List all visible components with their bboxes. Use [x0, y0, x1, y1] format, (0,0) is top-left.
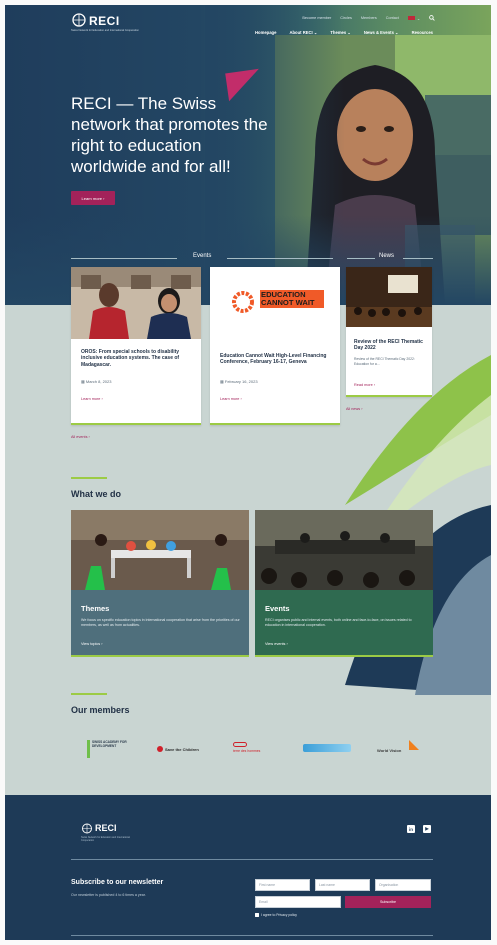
themes-card-image	[71, 510, 249, 590]
member-logo-world-vision[interactable]: World Vision	[377, 740, 427, 760]
news-divider-left	[347, 258, 375, 259]
site-footer: RECI Swiss Network for Education and Int…	[5, 795, 491, 940]
last-name-field[interactable]: Last name	[315, 879, 370, 891]
member-logo-label	[303, 754, 305, 758]
hero-title: RECI — The Swiss network that promotes t…	[71, 94, 268, 176]
logo-subtitle: Swiss Network for Education and Internat…	[71, 29, 139, 32]
nav-item-about[interactable]: About RECI ⌄	[289, 30, 317, 35]
sad-logo-icon	[87, 740, 90, 758]
footer-divider	[71, 859, 433, 860]
news-card[interactable]: Review of the RECI Thematic Day 2022 Rev…	[346, 267, 432, 397]
event-card-image	[71, 267, 201, 339]
privacy-consent[interactable]: I agree to Privacy policy	[255, 913, 297, 917]
newsletter-text: Our newsletter is published 4 to 6 times…	[71, 893, 146, 897]
events-divider-right	[227, 258, 333, 259]
privacy-checkbox[interactable]	[255, 913, 259, 917]
what-we-do-accent	[71, 477, 107, 479]
hero-learn-more-button[interactable]: Learn more ›	[71, 191, 115, 205]
topbar-link-contact[interactable]: Contact	[386, 16, 399, 20]
event-card-date: ▦ February 16, 2023	[220, 379, 258, 384]
language-switcher[interactable]: ⌄	[407, 16, 420, 21]
topbar-link-become-member[interactable]: Become member	[302, 16, 331, 20]
member-logos: SWISS ACADEMY FOR DEVELOPMENT Save the C…	[77, 740, 437, 764]
events-divider-left	[71, 258, 177, 259]
logo-text: RECI	[89, 14, 120, 28]
event-card-title[interactable]: OROS: From special schools to disability…	[81, 349, 193, 368]
email-field[interactable]: Email	[255, 896, 341, 908]
world-vision-icon	[409, 740, 419, 750]
events-card-image	[255, 510, 433, 590]
page: RECI Swiss Network for Education and Int…	[0, 0, 497, 945]
tdh-logo-icon	[233, 742, 247, 747]
news-card-title[interactable]: Review of the RECI Thematic Day 2022	[354, 339, 426, 352]
nav-item-themes[interactable]: Themes ⌄	[330, 30, 351, 35]
footer-logo-subtitle: Swiss Network for Education and Internat…	[81, 836, 130, 842]
view-topics-link[interactable]: View topics ›	[81, 642, 102, 646]
linkedin-icon[interactable]: in	[407, 825, 415, 833]
youtube-icon[interactable]: ▶	[423, 825, 431, 833]
events-card-text: RECI organises public and internal event…	[265, 618, 412, 627]
events-section-label: Events	[193, 253, 212, 259]
main-nav: Homepage About RECI ⌄ Themes ⌄ News & Ev…	[255, 30, 433, 35]
themes-card-title: Themes	[81, 604, 110, 613]
topbar-link-members[interactable]: Members	[361, 16, 377, 20]
event-card-link[interactable]: Learn more ›	[220, 397, 242, 401]
event-date-text: February 16, 2023	[224, 379, 258, 384]
news-card-link[interactable]: Read more ›	[354, 383, 375, 387]
member-logo-blue[interactable]	[303, 744, 351, 752]
first-name-field[interactable]: First name	[255, 879, 310, 891]
news-card-image	[346, 267, 432, 327]
all-events-link[interactable]: All events ›	[71, 435, 90, 439]
news-section-label: News	[379, 253, 395, 259]
all-news-link[interactable]: All news ›	[346, 407, 362, 411]
event-card[interactable]: OROS: From special schools to disability…	[71, 267, 201, 425]
save-the-children-icon	[157, 746, 163, 752]
event-card[interactable]: EDUCATION CANNOT WAIT Education Cannot W…	[210, 267, 340, 425]
what-we-do-heading: What we do	[71, 489, 121, 499]
themes-card-text: We focus on specific education topics in…	[81, 618, 240, 627]
topbar-link-circles[interactable]: Circles	[340, 16, 352, 20]
page-frame: RECI Swiss Network for Education and Int…	[5, 5, 491, 940]
member-logo-label: SWISS ACADEMY FOR DEVELOPMENT	[92, 740, 127, 748]
view-events-link[interactable]: View events ›	[265, 642, 288, 646]
organisation-field[interactable]: Organisation	[375, 879, 431, 891]
footer-logo-text: RECI	[95, 823, 117, 833]
footer-bottom-divider	[71, 935, 433, 936]
member-logo-label: Save the Children	[165, 746, 199, 752]
members-accent	[71, 693, 107, 695]
event-card-image: EDUCATION CANNOT WAIT	[210, 267, 340, 339]
events-card[interactable]: Events RECI organises public and interna…	[255, 510, 433, 657]
flag-icon	[407, 16, 415, 20]
events-card-title: Events	[265, 604, 290, 613]
hero: RECI Swiss Network for Education and Int…	[5, 5, 491, 305]
footer-logo[interactable]: RECI	[81, 823, 117, 834]
event-card-link[interactable]: Learn more ›	[81, 397, 103, 401]
event-date-text: March 8, 2023	[85, 379, 112, 384]
event-card-date: ▦ March 8, 2023	[81, 379, 111, 384]
nav-item-news-events[interactable]: News & Events ⌄	[364, 30, 399, 35]
member-logo-label: terre des hommes	[233, 749, 261, 753]
privacy-label: I agree to Privacy policy	[261, 913, 297, 917]
subscribe-button[interactable]: Subscribe	[345, 896, 431, 908]
member-logo-label: World Vision	[377, 748, 402, 753]
nav-item-resources[interactable]: Resources	[412, 30, 433, 35]
top-bar: Become member Circles Members Contact ⌄	[302, 15, 435, 21]
reci-logo-icon	[82, 823, 92, 834]
chevron-down-icon: ⌄	[416, 16, 420, 21]
ecw-logo-icon	[232, 291, 254, 313]
news-card-text: Review of the RECI Thematic Day 2022: Ed…	[354, 357, 415, 366]
members-heading: Our members	[71, 705, 130, 715]
search-icon[interactable]	[429, 15, 435, 21]
event-card-title[interactable]: Education Cannot Wait High-Level Financi…	[220, 353, 332, 366]
ecw-logo-text: EDUCATION CANNOT WAIT	[260, 290, 324, 308]
reci-logo-icon	[72, 13, 86, 27]
member-logo-save-the-children[interactable]: Save the Children	[157, 746, 199, 752]
news-divider-right	[403, 258, 433, 259]
themes-card[interactable]: Themes We focus on specific education to…	[71, 510, 249, 657]
site-logo[interactable]: RECI	[71, 13, 120, 39]
newsletter-title: Subscribe to our newsletter	[71, 879, 164, 886]
nav-item-homepage[interactable]: Homepage	[255, 30, 276, 35]
